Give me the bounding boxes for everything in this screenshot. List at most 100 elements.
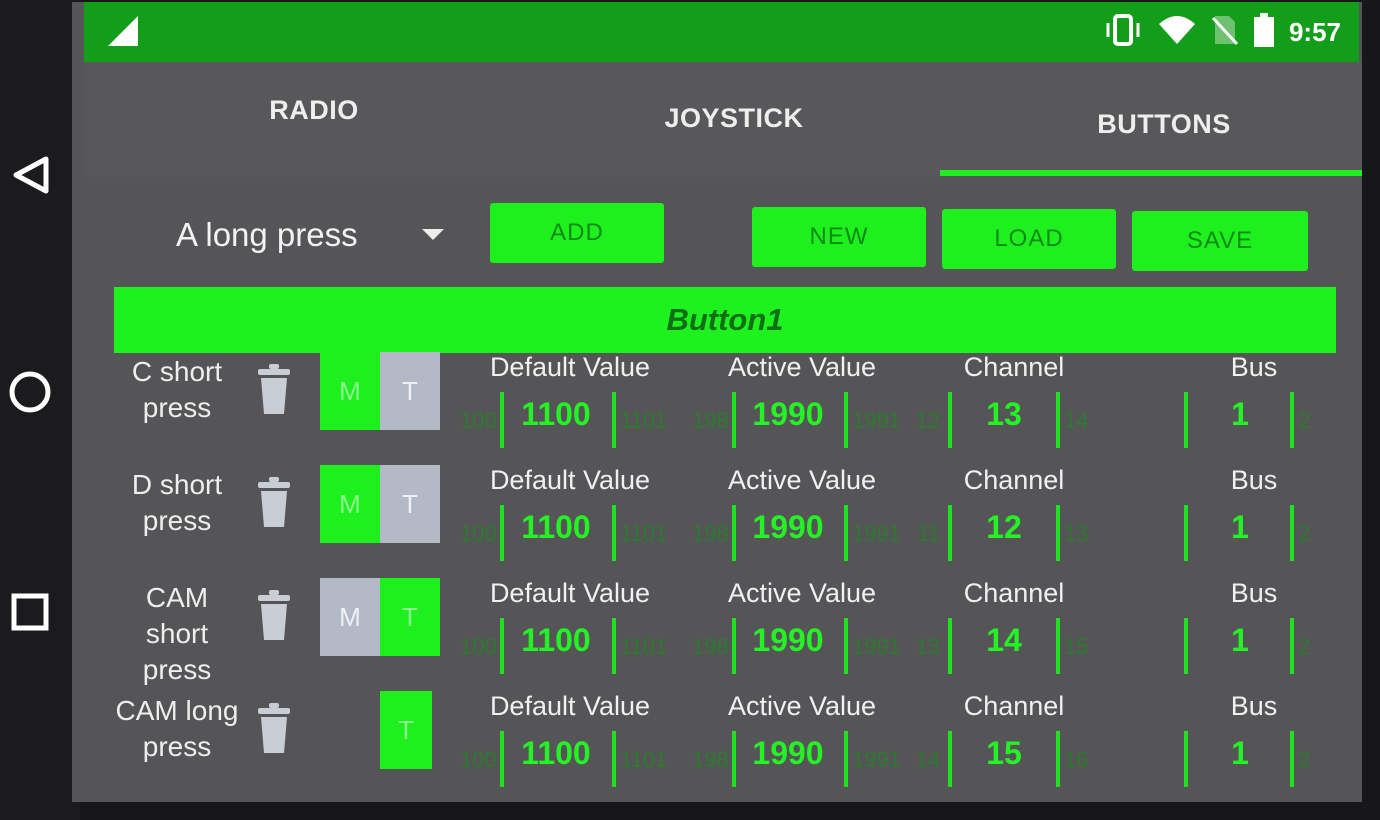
bus-field: Bus 1 2 [1144,463,1362,573]
default-picker[interactable]: 1000 1100 1101 [460,727,680,789]
tab-radio[interactable]: RADIO [184,54,444,166]
picker-next-value[interactable]: 1991 [852,408,912,434]
picker-current-value[interactable]: 1990 [738,509,838,546]
picker-next-value[interactable]: 1991 [852,521,912,547]
channel-picker[interactable]: 14 15 16 [904,727,1124,789]
picker-divider [732,505,736,561]
picker-next-value[interactable]: 2 [1298,521,1362,547]
mode-t-toggle[interactable]: T [380,352,440,430]
mode-m-toggle[interactable]: M [320,465,380,543]
mode-t-toggle[interactable]: T [380,465,440,543]
picker-current-value[interactable]: 1100 [506,622,606,659]
default-picker[interactable]: 1000 1100 1101 [460,388,680,450]
new-button[interactable]: NEW [752,207,926,267]
mode-blank [320,691,380,769]
trash-icon[interactable] [256,364,292,421]
active-picker[interactable]: 1989 1990 1991 [692,501,912,563]
picker-current-value[interactable]: 12 [954,509,1054,546]
picker-prev-value[interactable]: 1000 [460,634,496,660]
picker-prev-value[interactable]: 14 [904,747,940,773]
mode-t-toggle[interactable]: T [380,691,432,769]
picker-current-value[interactable]: 1100 [506,735,606,772]
mode-toggle[interactable]: M T [320,352,440,430]
picker-divider [948,392,952,448]
mode-t-toggle[interactable]: T [380,578,440,656]
picker-next-value[interactable]: 1991 [852,634,912,660]
add-button[interactable]: ADD [490,203,664,263]
home-icon[interactable] [0,362,60,422]
no-sim-icon [1211,14,1239,51]
picker-next-value[interactable]: 1101 [620,408,680,434]
active-picker[interactable]: 1989 1990 1991 [692,614,912,676]
mode-m-toggle[interactable]: M [320,352,380,430]
trash-icon[interactable] [256,477,292,534]
picker-next-value[interactable]: 14 [1064,408,1124,434]
picker-current-value[interactable]: 1100 [506,509,606,546]
load-button[interactable]: LOAD [942,209,1116,269]
active-picker[interactable]: 1989 1990 1991 [692,727,912,789]
active-field: Active Value 1989 1990 1991 [692,350,912,460]
picker-current-value[interactable]: 14 [954,622,1054,659]
active-picker[interactable]: 1989 1990 1991 [692,388,912,450]
back-icon[interactable] [0,145,60,205]
trash-icon[interactable] [256,703,292,760]
picker-current-value[interactable]: 1990 [738,622,838,659]
row-label: CAM long press [115,695,239,762]
picker-divider [844,505,848,561]
default-picker[interactable]: 1000 1100 1101 [460,614,680,676]
picker-next-value[interactable]: 1101 [620,747,680,773]
row-label: D short press [131,469,223,536]
picker-next-value[interactable]: 16 [1064,747,1124,773]
mode-m-toggle[interactable]: M [320,578,380,656]
picker-current-value[interactable]: 1100 [506,396,606,433]
picker-prev-value[interactable]: 1000 [460,521,496,547]
picker-next-value[interactable]: 2 [1298,408,1362,434]
button-select-dropdown[interactable]: A long press [176,207,456,263]
picker-next-value[interactable]: 13 [1064,521,1124,547]
picker-prev-value[interactable]: 1989 [692,521,728,547]
picker-next-value[interactable]: 2 [1298,634,1362,660]
picker-next-value[interactable]: 15 [1064,634,1124,660]
picker-prev-value[interactable]: 1000 [460,747,496,773]
picker-current-value[interactable]: 1 [1190,509,1290,546]
bus-picker[interactable]: 1 2 [1144,388,1362,450]
picker-current-value[interactable]: 1990 [738,396,838,433]
picker-current-value[interactable]: 13 [954,396,1054,433]
recent-apps-icon[interactable] [0,582,60,642]
picker-next-value[interactable]: 1991 [852,747,912,773]
channel-picker[interactable]: 11 12 13 [904,501,1124,563]
picker-prev-value[interactable]: 1000 [460,408,496,434]
picker-next-value[interactable]: 2 [1298,747,1362,773]
mode-toggle[interactable]: M T [320,465,440,543]
trash-icon[interactable] [256,590,292,647]
mode-toggle[interactable]: M T [320,578,440,656]
picker-current-value[interactable]: 1 [1190,735,1290,772]
bus-picker[interactable]: 1 2 [1144,727,1362,789]
picker-prev-value[interactable]: 1989 [692,408,728,434]
mapping-row: CAM long press T Default Value 1000 1100… [84,689,1362,802]
picker-prev-value[interactable]: 12 [904,408,940,434]
picker-next-value[interactable]: 1101 [620,521,680,547]
picker-prev-value[interactable]: 11 [904,521,940,547]
picker-prev-value[interactable]: 1989 [692,747,728,773]
bus-picker[interactable]: 1 2 [1144,614,1362,676]
picker-next-value[interactable]: 1101 [620,634,680,660]
tab-bar: RADIO JOYSTICK BUTTONS [84,62,1362,177]
default-picker[interactable]: 1000 1100 1101 [460,501,680,563]
picker-current-value[interactable]: 1990 [738,735,838,772]
mode-toggle[interactable]: T [320,691,432,769]
picker-current-value[interactable]: 1 [1190,396,1290,433]
channel-picker[interactable]: 13 14 15 [904,614,1124,676]
save-button[interactable]: SAVE [1132,211,1308,271]
bus-field: Bus 1 2 [1144,350,1362,460]
tab-joystick[interactable]: JOYSTICK [604,62,864,174]
tab-buttons[interactable]: BUTTONS [1034,68,1294,180]
picker-divider [1290,731,1294,787]
picker-prev-value[interactable]: 13 [904,634,940,660]
picker-current-value[interactable]: 15 [954,735,1054,772]
picker-current-value[interactable]: 1 [1190,622,1290,659]
active-field: Active Value 1989 1990 1991 [692,463,912,573]
bus-picker[interactable]: 1 2 [1144,501,1362,563]
picker-prev-value[interactable]: 1989 [692,634,728,660]
channel-picker[interactable]: 12 13 14 [904,388,1124,450]
